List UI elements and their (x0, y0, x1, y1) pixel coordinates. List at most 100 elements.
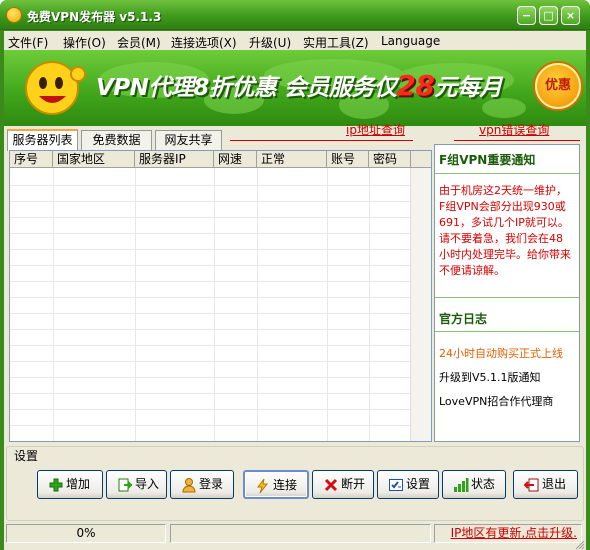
banner-slogan: VPN代理8折优惠 会员服务仅28元每月 (96, 68, 502, 102)
exit-icon (524, 478, 539, 492)
log-title: 官方日志 (439, 312, 488, 326)
mascot-face-icon (25, 61, 86, 115)
grid-column-line (214, 168, 215, 441)
grid-row-line (10, 265, 410, 266)
table-header: 序号 国家地区 服务器IP 网速 正常 账号 密码 (10, 151, 431, 168)
log-item[interactable]: LoveVPN招合作代理商 (439, 393, 553, 409)
update-notice-link[interactable]: IP地区有更新,点击升级. (434, 524, 582, 543)
grid-column-line (369, 168, 370, 441)
plus-icon (49, 478, 63, 492)
menu-language[interactable]: Language (381, 34, 440, 48)
banner-price: 28 (396, 69, 435, 102)
column-header-country[interactable]: 国家地区 (53, 151, 135, 168)
tab-shared[interactable]: 网友共享 (155, 130, 222, 150)
title-bar[interactable]: 免费VPN发布器 v5.1.3 − □ × (0, 0, 590, 30)
status-button[interactable]: 状态 (442, 470, 506, 499)
notice-line: F组VPN会部分出现930或 (439, 200, 566, 213)
grid-row-line (10, 409, 410, 410)
menu-upgrade[interactable]: 升级(U) (249, 34, 291, 51)
column-header-password[interactable]: 密码 (369, 151, 411, 168)
grid-row-line (10, 441, 410, 442)
grid-row-line (10, 281, 410, 282)
settings-group-label: 设置 (12, 447, 41, 464)
connect-button-label: 连接 (273, 478, 298, 492)
tab-free-data[interactable]: 免费数据 (81, 130, 152, 150)
minimize-button[interactable]: − (517, 6, 536, 25)
disconnect-button-label: 断开 (341, 477, 366, 491)
grid-row-line (10, 377, 410, 378)
client-area: 文件(F) 操作(O) 会员(M) 连接选项(X) 升级(U) 实用工具(Z) … (4, 31, 586, 550)
import-icon (118, 478, 133, 492)
promo-banner[interactable]: VPN代理8折优惠 会员服务仅28元每月 优惠 (4, 50, 586, 126)
disconnect-button[interactable]: 断开 (312, 470, 374, 499)
close-button[interactable]: × (561, 6, 580, 25)
app-logo-icon (6, 7, 22, 23)
user-icon (182, 478, 196, 493)
exit-button[interactable]: 退出 (513, 470, 578, 499)
menu-connection-options[interactable]: 连接选项(X) (171, 34, 237, 51)
settings-button[interactable]: 设置 (377, 470, 439, 499)
maximize-button[interactable]: □ (539, 6, 558, 25)
notice-panel: F组VPN重要通知 由于机房这2天统一维护， F组VPN会部分出现930或 69… (434, 144, 580, 442)
vpn-error-link[interactable]: vpn错误查询 (479, 121, 549, 138)
grid-row-line (10, 345, 410, 346)
progress-readout: 0% (6, 524, 166, 543)
menu-operation[interactable]: 操作(O) (63, 34, 106, 51)
panel-divider (435, 331, 579, 332)
menu-member[interactable]: 会员(M) (117, 34, 161, 51)
app-window: 免费VPN发布器 v5.1.3 − □ × 文件(F) 操作(O) 会员(M) … (0, 0, 590, 550)
exit-button-label: 退出 (542, 477, 567, 491)
notice-line: 请不要着急，我们会在48 (439, 232, 563, 245)
tab-server-list[interactable]: 服务器列表 (7, 129, 78, 151)
banner-slogan-tail: 元每月 (434, 75, 502, 101)
column-header-status[interactable]: 正常 (257, 151, 327, 168)
add-button[interactable]: 增加 (37, 470, 103, 499)
column-header-index[interactable]: 序号 (10, 151, 53, 168)
status-message (170, 524, 431, 543)
connect-button[interactable]: 连接 (243, 470, 309, 499)
login-button-label: 登录 (199, 477, 224, 491)
log-item[interactable]: 升级到V5.1.1版通知 (439, 369, 541, 385)
signal-bars-icon (454, 478, 469, 492)
checklist-icon (389, 479, 403, 491)
menu-file[interactable]: 文件(F) (8, 34, 48, 51)
grid-row-line (10, 425, 410, 426)
window-title: 免费VPN发布器 v5.1.3 (27, 10, 162, 24)
vertical-scrollbar[interactable] (410, 168, 431, 441)
column-header-account[interactable]: 账号 (327, 151, 369, 168)
discount-badge: 优惠 (535, 63, 581, 109)
grid-row-line (10, 361, 410, 362)
grid-row-line (10, 201, 410, 202)
menu-tools[interactable]: 实用工具(Z) (303, 34, 369, 51)
grid-row-line (10, 329, 410, 330)
import-button-label: 导入 (135, 477, 160, 491)
divider (230, 140, 413, 141)
server-table[interactable]: 序号 国家地区 服务器IP 网速 正常 账号 密码 (9, 150, 432, 442)
notice-line: 不便请谅解。 (439, 264, 505, 277)
add-button-label: 增加 (66, 477, 91, 491)
panel-divider (435, 297, 579, 298)
login-button[interactable]: 登录 (170, 470, 234, 499)
ip-lookup-link[interactable]: ip地址查询 (346, 121, 405, 138)
status-bar: 0% IP地区有更新,点击升级. (4, 522, 586, 546)
column-header-server-ip[interactable]: 服务器IP (135, 151, 214, 168)
grid-row-line (10, 233, 410, 234)
divider (454, 140, 580, 141)
panel-divider (435, 173, 579, 174)
log-item[interactable]: 24小时自动购买正式上线 (439, 345, 563, 361)
notice-line: 由于机房这2天统一维护， (439, 184, 567, 197)
grid-column-line (257, 168, 258, 441)
grid-column-line (53, 168, 54, 441)
lightning-icon (257, 478, 269, 494)
notice-title: F组VPN重要通知 (439, 153, 536, 167)
grid-row-line (10, 185, 410, 186)
column-header-speed[interactable]: 网速 (214, 151, 257, 168)
grid-row-line (10, 297, 410, 298)
notice-line: 691，多试几个IP就可以。 (439, 216, 569, 229)
menu-bar: 文件(F) 操作(O) 会员(M) 连接选项(X) 升级(U) 实用工具(Z) … (4, 31, 586, 50)
resize-grip-icon[interactable] (575, 540, 585, 550)
grid-row-line (10, 313, 410, 314)
status-button-label: 状态 (471, 477, 496, 491)
import-button[interactable]: 导入 (106, 470, 167, 499)
grid-row-line (10, 249, 410, 250)
